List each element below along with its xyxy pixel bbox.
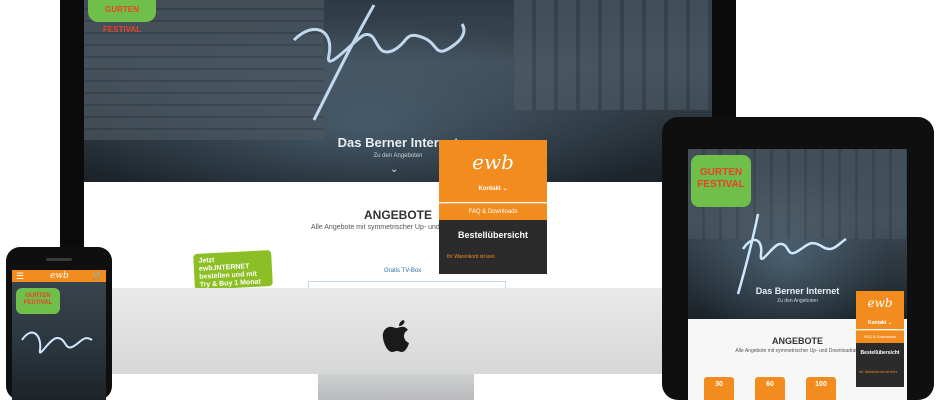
offer-tile-60[interactable]: 60 [755, 377, 785, 400]
order-overview-title: Bestellübersicht [860, 350, 900, 356]
section-title: ANGEBOTE [363, 208, 432, 222]
faq-downloads-link[interactable]: FAQ & Downloads [439, 203, 547, 220]
chevron-down-icon[interactable]: ⌄ [390, 164, 398, 175]
promo-badge[interactable]: Jetzt ewb.INTERNET bestellen und mit Try… [193, 249, 273, 288]
cart-icon[interactable]: 🛒 [92, 270, 102, 282]
festival-logo[interactable]: GURTEN FESTIVAL [691, 155, 751, 207]
cart-empty-text: Ihr Warenkorb ist leer. [859, 369, 898, 374]
ewb-logo[interactable]: ewb [439, 150, 547, 174]
hero-building-right [514, 0, 712, 110]
order-overview-panel [439, 220, 547, 274]
order-overview-title: Bestellübersicht [457, 230, 529, 240]
imac-screen: GURTEN FESTIVAL Das Berner Internet Zu d… [84, 0, 712, 288]
festival-logo[interactable]: GURTEN FESTIVAL [88, 0, 156, 34]
cart-empty-text: Ihr Warenkorb ist leer. [447, 254, 496, 260]
offer-card[interactable] [308, 281, 506, 288]
light-graffiti [21, 331, 93, 354]
ipad-screen: GURTEN FESTIVAL Das Berner Internet Zu d… [688, 149, 907, 400]
menu-icon[interactable]: ☰ [16, 270, 24, 282]
kontakt-button[interactable]: Kontakt ⌄ [856, 320, 904, 326]
ewb-logo[interactable]: ewb [856, 296, 904, 310]
hero-title: Das Berner Internet [337, 135, 459, 150]
faq-downloads-link[interactable]: FAQ & Downloads [856, 330, 904, 343]
iphone-screen: ☰ ewb 🛒 GURTEN FESTIVAL [12, 270, 106, 400]
imac-stand [318, 374, 474, 400]
gratis-tv-box-label: Gratis TV-Box [384, 268, 422, 274]
hero-subtitle-link[interactable]: Zu den Angeboten [84, 153, 712, 159]
light-graffiti [292, 4, 466, 121]
apple-logo-icon [382, 320, 409, 352]
offer-tile-30[interactable]: 30 [704, 377, 734, 400]
iphone-speaker [46, 258, 72, 261]
kontakt-button[interactable]: Kontakt ⌄ [439, 185, 547, 192]
section-subtitle: Alle Angebote mit symmetrischer Up- und … [311, 224, 485, 231]
ewb-logo[interactable]: ewb [50, 270, 69, 282]
offer-tile-100[interactable]: 100 [806, 377, 836, 400]
